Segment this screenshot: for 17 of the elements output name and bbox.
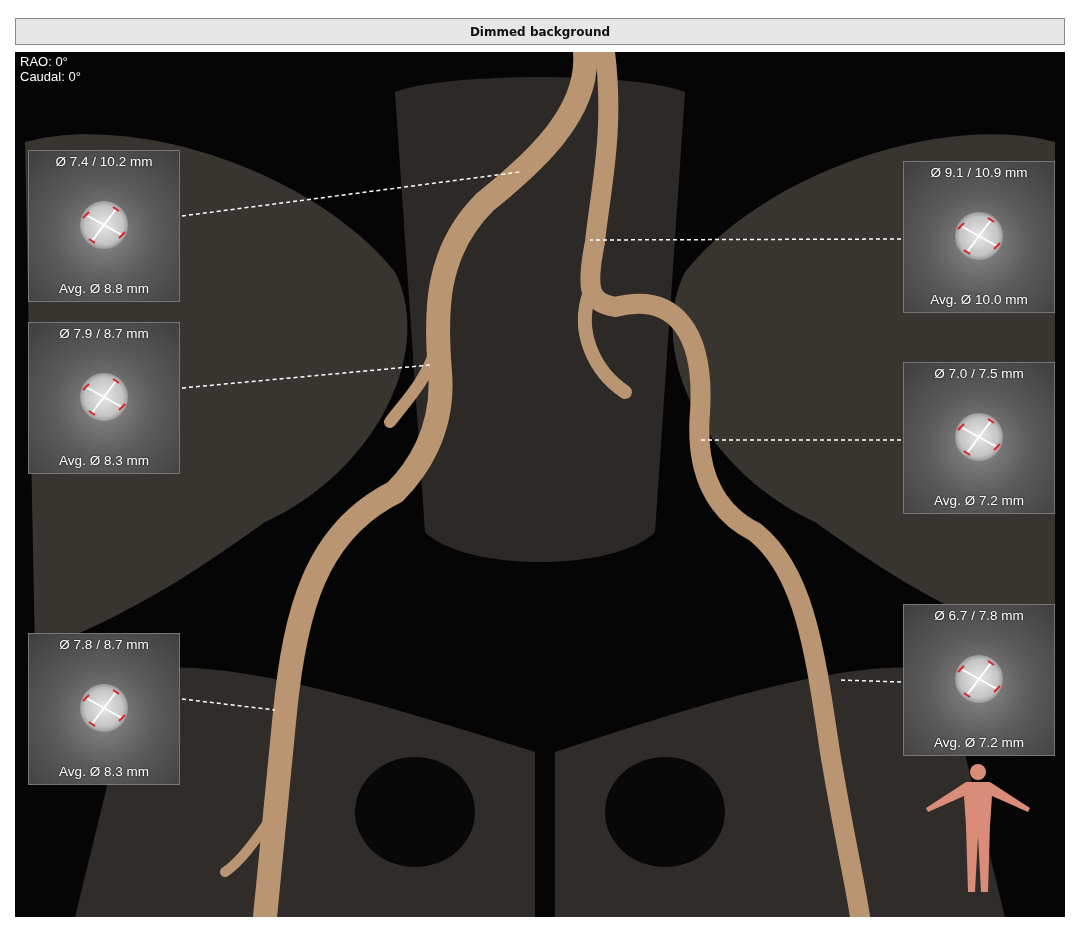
volume-render-viewport[interactable]: RAO: 0° Caudal: 0° Ø 7.4 / 10.2 mm Avg. Ø 8.8 mm Ø 7.9 / 8.7 mm Avg. Ø 8.3 mm Ø 7.8 / 8.7 mm Avg. Ø 8.3 mm Ø 9.1 / 10.9 mm Avg. Ø 10.0 mm Ø 7.0 / 7.5 mm Avg. Ø 7.2 mm Ø 6.7 / 7.8 mm Avg. Ø 7.2 mm bbox=[15, 52, 1065, 917]
diameter-label: Ø 7.0 / 7.5 mm bbox=[934, 366, 1024, 381]
diameter-label: Ø 7.9 / 8.7 mm bbox=[59, 326, 149, 341]
average-diameter-label: Avg. Ø 8.3 mm bbox=[59, 764, 149, 779]
diameter-label: Ø 7.4 / 10.2 mm bbox=[55, 154, 153, 169]
window-title: Dimmed background bbox=[469, 24, 611, 39]
view-angle-label: Caudal: 0° bbox=[20, 69, 81, 84]
average-diameter-label: Avg. Ø 10.0 mm bbox=[930, 292, 1028, 307]
diameter-label: Ø 6.7 / 7.8 mm bbox=[934, 608, 1024, 623]
average-diameter-label: Avg. Ø 7.2 mm bbox=[934, 493, 1024, 508]
diameter-label: Ø 9.1 / 10.9 mm bbox=[930, 165, 1028, 180]
average-diameter-label: Avg. Ø 8.8 mm bbox=[59, 281, 149, 296]
average-diameter-label: Avg. Ø 7.2 mm bbox=[934, 735, 1024, 750]
leader-line bbox=[839, 679, 902, 683]
diameter-label: Ø 7.8 / 8.7 mm bbox=[59, 637, 149, 652]
average-diameter-label: Avg. Ø 8.3 mm bbox=[59, 453, 149, 468]
view-angle-label: RAO: 0° bbox=[20, 54, 69, 69]
